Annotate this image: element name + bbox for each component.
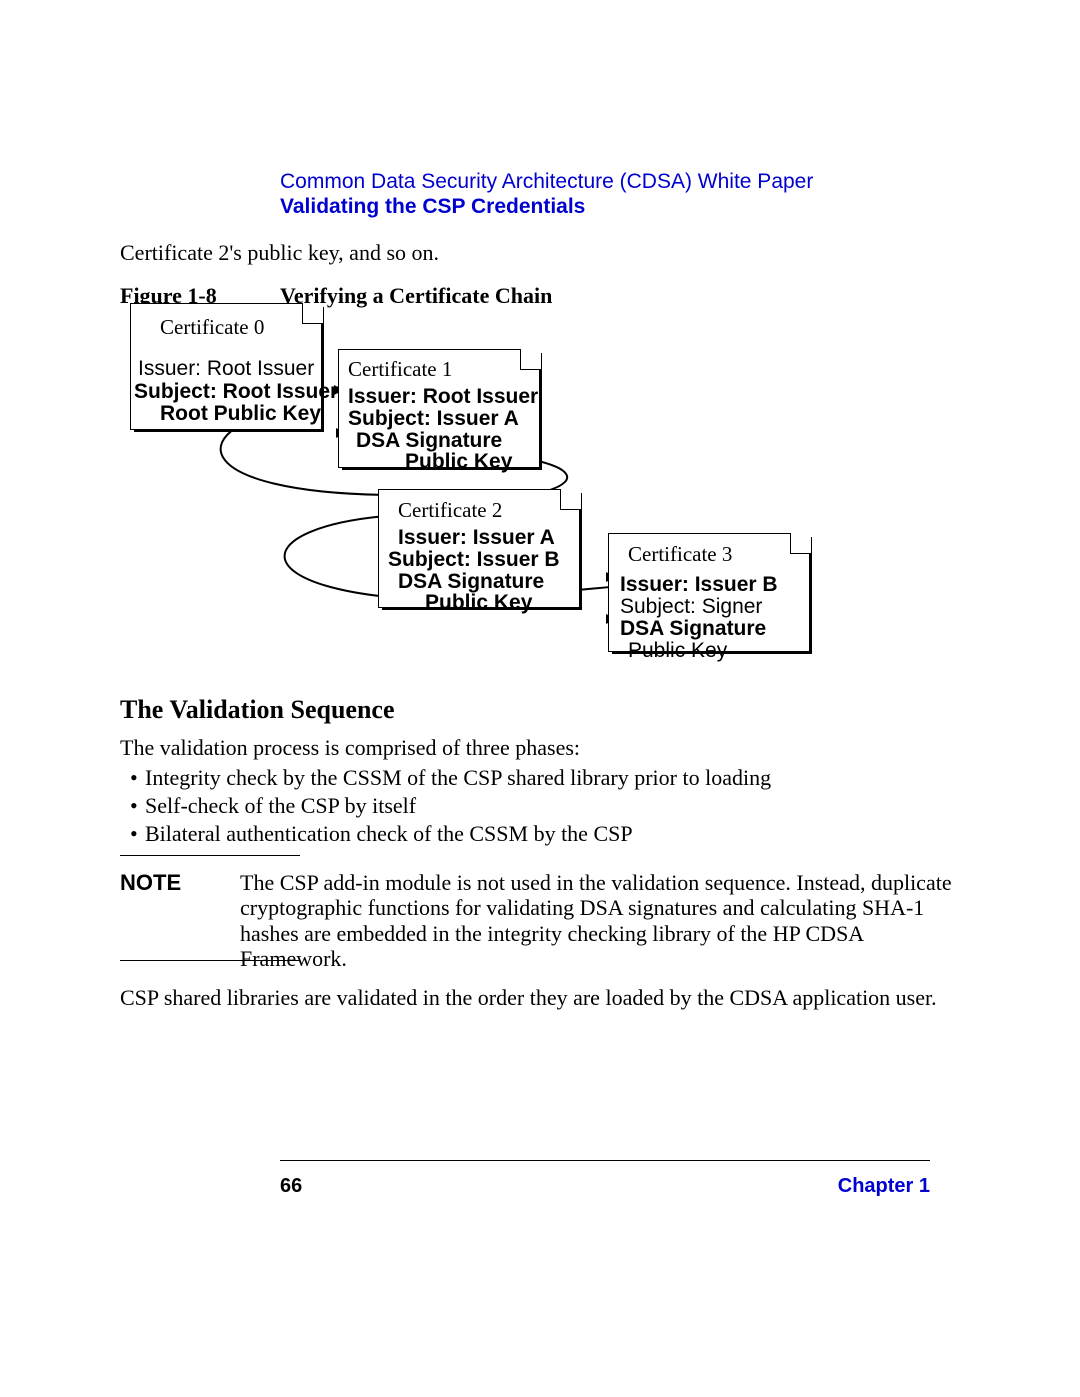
note-body: The CSP add-in module is not used in the… [240,870,960,971]
bullet-3: Bilateral authentication check of the CS… [145,821,633,847]
cert3-issuer: Issuer: Issuer B [620,573,778,597]
bullet-1: Integrity check by the CSSM of the CSP s… [145,765,771,791]
cert1-title: Certificate 1 [348,357,452,382]
chapter-link[interactable]: Chapter 1 [838,1175,930,1198]
cert3-key: Public Key [628,639,727,663]
page-number: 66 [280,1175,302,1198]
note-label: NOTE [120,870,181,896]
cert1-issuer: Issuer: Root Issuer [348,385,538,409]
bullet-2: Self-check of the CSP by itself [145,793,416,819]
cert3-subject: Subject: Signer [620,595,762,619]
footer-rule [280,1160,930,1161]
note-rule-bottom [120,960,300,961]
cert0-title: Certificate 0 [160,315,264,340]
section-header: Validating the CSP Credentials [280,195,585,219]
cert2-title: Certificate 2 [398,498,502,523]
cert0-issuer: Issuer: Root Issuer [138,357,314,381]
cert1-subject: Subject: Issuer A [348,407,519,431]
note-rule-top [120,855,300,856]
cert3-sig: DSA Signature [620,617,766,641]
figure-diagram: Certificate 0 Issuer: Root Issuer Subjec… [120,295,820,665]
cert1-key: Public Key [405,450,512,474]
lead-text: Certificate 2's public key, and so on. [120,240,439,266]
bullet-dot: • [130,765,138,791]
cert2-issuer: Issuer: Issuer A [398,526,555,550]
tail-paragraph: CSP shared libraries are validated in th… [120,985,940,1011]
section-intro: The validation process is comprised of t… [120,735,580,761]
section-heading: The Validation Sequence [120,695,395,725]
cert0-subject: Subject: Root Issuer [134,380,338,404]
bullet-dot: • [130,821,138,847]
doc-title: Common Data Security Architecture (CDSA)… [280,170,813,194]
cert2-subject: Subject: Issuer B [388,548,560,572]
cert3-title: Certificate 3 [628,542,732,567]
cert0-key: Root Public Key [160,402,321,426]
cert2-key: Public Key [425,591,532,615]
bullet-dot: • [130,793,138,819]
